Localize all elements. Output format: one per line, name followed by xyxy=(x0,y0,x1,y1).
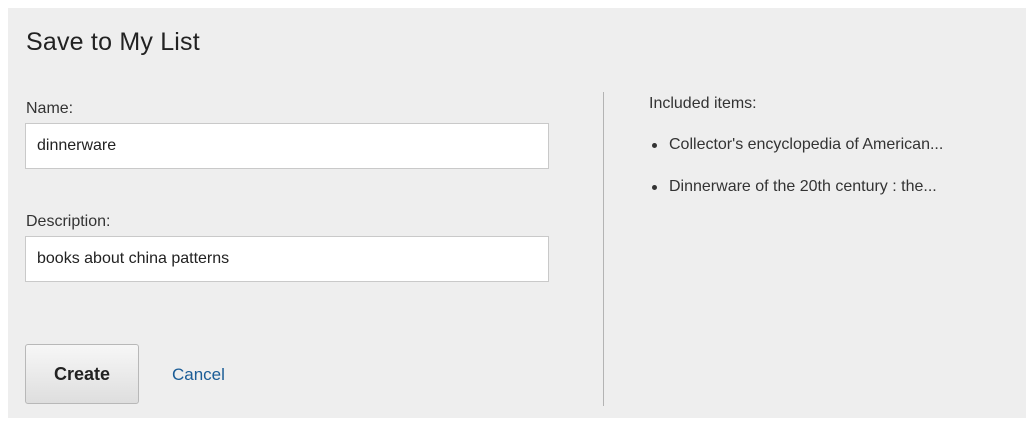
description-input[interactable] xyxy=(25,236,549,282)
name-label: Name: xyxy=(26,100,74,117)
list-item-label: Dinnerware of the 20th century : the... xyxy=(669,178,937,195)
list-item-label: Collector's encyclopedia of American... xyxy=(669,136,944,153)
list-item: Collector's encyclopedia of American... xyxy=(649,136,1026,178)
included-items-list: Collector's encyclopedia of American... … xyxy=(649,136,1026,220)
save-to-list-dialog: Save to My List Name: Description: Creat… xyxy=(8,8,1026,418)
list-item: Dinnerware of the 20th century : the... xyxy=(649,178,1026,220)
column-divider xyxy=(603,92,604,406)
create-button[interactable]: Create xyxy=(25,344,139,404)
name-input[interactable] xyxy=(25,123,549,169)
bullet-icon xyxy=(652,185,657,190)
dialog-title: Save to My List xyxy=(26,28,200,56)
included-items-label: Included items: xyxy=(649,95,757,112)
bullet-icon xyxy=(652,143,657,148)
description-label: Description: xyxy=(26,213,111,230)
cancel-link[interactable]: Cancel xyxy=(172,365,225,385)
